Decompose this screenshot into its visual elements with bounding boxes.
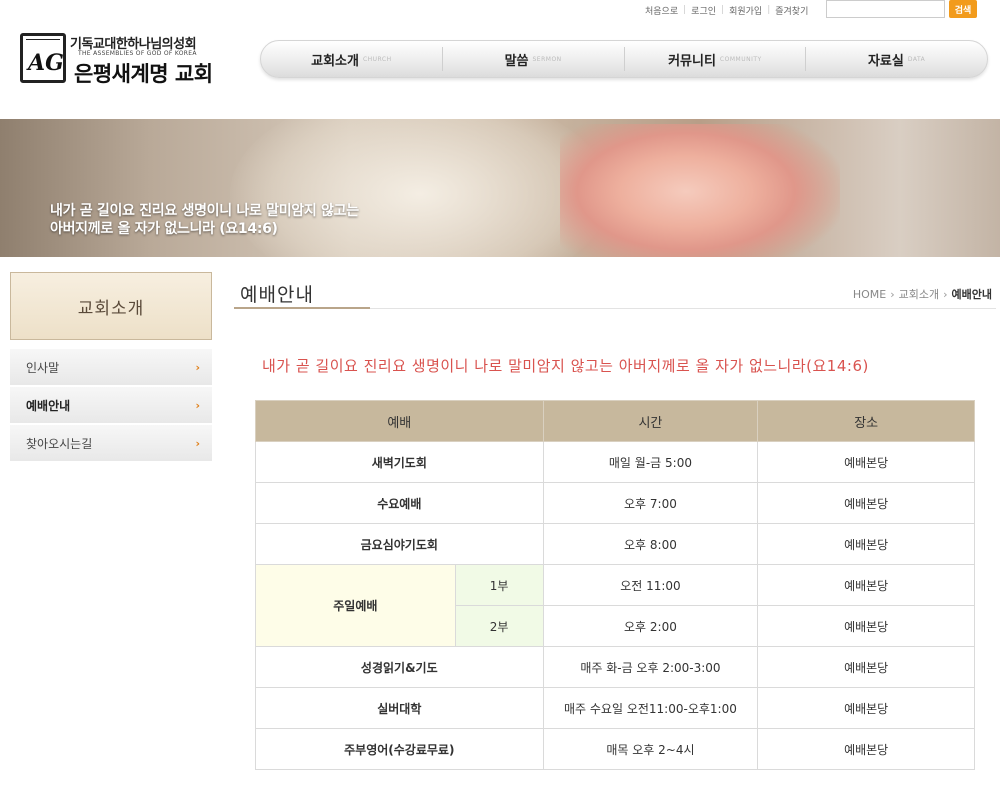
service-place: 예배본당 — [757, 728, 975, 770]
search-input[interactable] — [826, 0, 945, 18]
rose-image — [560, 124, 840, 257]
service-place: 예배본당 — [757, 605, 975, 647]
main-nav: 교회소개 CHURCH 말씀 SERMON 커뮤니티 COMMUNITY 자료실… — [260, 40, 988, 78]
title-underline — [234, 307, 370, 309]
signup-link[interactable]: 회원가입 — [724, 4, 767, 17]
sidebar-item-worship[interactable]: 예배안내 › — [10, 387, 212, 425]
service-time: 매일 월-금 5:00 — [542, 441, 759, 483]
logo-ring — [26, 39, 60, 45]
sidebar-item-label: 예배안내 — [26, 398, 71, 413]
nav-community-sub: COMMUNITY — [719, 55, 762, 63]
logo[interactable]: AG 기독교대한하나님의성회 THE ASSEMBLIES OF GOD OF … — [20, 33, 230, 88]
page-title: 예배안내 — [240, 284, 314, 306]
service-place: 예배본당 — [757, 482, 975, 524]
service-place: 예배본당 — [757, 646, 975, 688]
nav-community[interactable]: 커뮤니티 COMMUNITY — [625, 47, 807, 71]
nav-sermon-label: 말씀 — [504, 53, 529, 69]
nav-sermon-sub: SERMON — [532, 55, 562, 63]
chevron-right-icon: › — [195, 436, 200, 450]
ag-logo-mark: AG — [20, 33, 66, 83]
sidebar-item-greeting[interactable]: 인사말 › — [10, 349, 212, 387]
service-place: 예배본당 — [757, 564, 975, 606]
headline-verse: 내가 곧 길이요 진리요 생명이니 나로 말미암지 않고는 아버지께로 올 자가… — [262, 357, 869, 375]
table-row: 실버대학 매주 수요일 오전11:00-오후1:00 예배본당 — [255, 687, 975, 729]
nav-data-sub: DATA — [907, 55, 926, 63]
table-row: 새벽기도회 매일 월-금 5:00 예배본당 — [255, 441, 975, 483]
bookmark-link[interactable]: 즐겨찾기 — [770, 4, 813, 17]
service-place: 예배본당 — [757, 687, 975, 729]
service-time: 매주 수요일 오전11:00-오후1:00 — [542, 687, 759, 729]
hero-banner: 내가 곧 길이요 진리요 생명이니 나로 말미암지 않고는 아버지께로 올 자가… — [0, 119, 1000, 257]
home-link[interactable]: 처음으로 — [640, 4, 683, 17]
chevron-right-icon: › — [890, 287, 895, 301]
table-header-row: 예배 시간 장소 — [255, 400, 975, 442]
service-part: 2부 — [454, 605, 544, 647]
sidebar-menu: 인사말 › 예배안내 › 찾아오시는길 › — [10, 349, 212, 463]
service-place: 예배본당 — [757, 441, 975, 483]
table-row: 수요예배 오후 7:00 예배본당 — [255, 482, 975, 524]
column-header: 장소 — [757, 400, 975, 442]
service-name: 주부영어(수강료무료) — [255, 728, 544, 770]
utility-nav: 처음으로 | 로그인 | 회원가입 | 즐겨찾기 — [640, 0, 813, 20]
logo-english-name: THE ASSEMBLIES OF GOD OF KOREA — [78, 50, 197, 57]
nav-church-label: 교회소개 — [311, 53, 359, 69]
table-row: 금요심야기도회 오후 8:00 예배본당 — [255, 523, 975, 565]
nav-data[interactable]: 자료실 DATA — [806, 47, 987, 71]
page: 처음으로 | 로그인 | 회원가입 | 즐겨찾기 검색 AG 기독교대한하나님의… — [0, 0, 1000, 810]
banner-verse-line2: 아버지께로 올 자가 없느니라 (요14:6) — [50, 221, 278, 237]
service-name: 금요심야기도회 — [255, 523, 544, 565]
nav-community-label: 커뮤니티 — [668, 53, 716, 69]
table-row: 주일예배 1부 오전 11:00 예배본당 — [255, 564, 975, 647]
logo-mark-text: AG — [28, 50, 64, 76]
logo-church-name: 은평새계명 교회 — [74, 62, 213, 86]
nav-sermon[interactable]: 말씀 SERMON — [443, 47, 625, 71]
service-time: 오전 11:00 — [542, 564, 759, 606]
service-time: 오후 8:00 — [542, 523, 759, 565]
breadcrumb-home[interactable]: HOME — [853, 288, 886, 301]
sidebar-title: 교회소개 — [10, 272, 212, 340]
sidebar-item-label: 찾아오시는길 — [26, 436, 93, 451]
breadcrumb-section[interactable]: 교회소개 — [899, 286, 939, 302]
table-row: 주부영어(수강료무료) 매목 오후 2~4시 예배본당 — [255, 728, 975, 770]
nav-church-sub: CHURCH — [362, 55, 392, 63]
chevron-right-icon: › — [943, 287, 948, 301]
sidebar-item-directions[interactable]: 찾아오시는길 › — [10, 425, 212, 463]
breadcrumb-current: 예배안내 — [951, 288, 992, 301]
service-name: 수요예배 — [255, 482, 544, 524]
service-name: 성경읽기&기도 — [255, 646, 544, 688]
service-time: 매주 화-금 오후 2:00-3:00 — [542, 646, 759, 688]
chevron-right-icon: › — [195, 360, 200, 374]
column-header: 예배 — [255, 400, 544, 442]
banner-verse-line1: 내가 곧 길이요 진리요 생명이니 나로 말미암지 않고는 — [50, 203, 359, 219]
sidebar-item-label: 인사말 — [26, 360, 60, 375]
service-time: 매목 오후 2~4시 — [542, 728, 759, 770]
service-place: 예배본당 — [757, 523, 975, 565]
nav-church[interactable]: 교회소개 CHURCH — [261, 47, 443, 71]
column-header: 시간 — [542, 400, 759, 442]
service-time: 오후 2:00 — [542, 605, 759, 647]
breadcrumb: HOME › 교회소개 › 예배안내 — [853, 286, 992, 302]
chevron-right-icon: › — [195, 398, 200, 412]
nav-data-label: 자료실 — [867, 53, 904, 69]
service-name-sunday: 주일예배 — [255, 564, 456, 647]
login-link[interactable]: 로그인 — [686, 4, 721, 17]
service-name: 실버대학 — [255, 687, 544, 729]
service-part: 1부 — [454, 564, 544, 606]
table-row: 성경읽기&기도 매주 화-금 오후 2:00-3:00 예배본당 — [255, 646, 975, 688]
service-time: 오후 7:00 — [542, 482, 759, 524]
search-button[interactable]: 검색 — [949, 0, 977, 18]
banner-verse: 내가 곧 길이요 진리요 생명이니 나로 말미암지 않고는 아버지께로 올 자가… — [50, 202, 359, 238]
service-name: 새벽기도회 — [255, 441, 544, 483]
worship-table: 예배 시간 장소 새벽기도회 매일 월-금 5:00 예배본당 수요예배 오후 … — [255, 400, 975, 770]
